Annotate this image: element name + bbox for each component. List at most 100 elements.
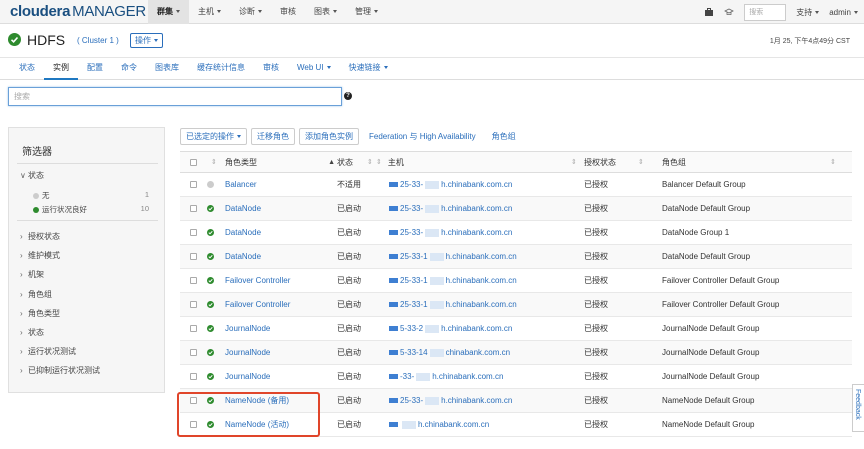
cluster-link[interactable]: ( Cluster 1 ) xyxy=(77,36,119,45)
role-status: 不适用 xyxy=(337,180,361,189)
filter-section-label: 角色类型 xyxy=(28,308,60,318)
host-link[interactable]: 5-33-2 h.chinabank.com.cn xyxy=(389,317,512,340)
chevron-right-icon: › xyxy=(20,289,23,299)
federation-ha-link[interactable]: Federation 与 High Availability xyxy=(363,128,482,145)
filter-section-0[interactable]: › 授权状态 xyxy=(20,231,60,242)
filter-section-4[interactable]: › 角色类型 xyxy=(20,308,60,319)
filter-section-5[interactable]: › 状态 xyxy=(20,327,44,338)
header-label: 授权状态 xyxy=(584,157,616,167)
role-type-link[interactable]: JournalNode xyxy=(225,317,270,340)
host-part-b: h.chinabank.com.cn xyxy=(432,372,504,381)
tab-0[interactable]: 状态 xyxy=(10,58,44,80)
tab-5[interactable]: 缓存统计信息 xyxy=(188,58,254,80)
tab-1[interactable]: 实例 xyxy=(44,58,78,80)
filter-section-6[interactable]: › 运行状况测试 xyxy=(20,346,76,357)
service-actions-button[interactable]: 操作 xyxy=(130,33,163,48)
check-circle-icon xyxy=(207,245,214,268)
host-redacted-block xyxy=(389,230,398,235)
nav-item-3[interactable]: 审核 xyxy=(271,0,305,24)
role-type-link[interactable]: DataNode xyxy=(225,221,261,244)
add-role-instance-button[interactable]: 添加角色实例 xyxy=(299,127,359,145)
host-redacted-block xyxy=(425,324,440,333)
tab-6[interactable]: 审核 xyxy=(254,58,288,80)
host-redacted-block xyxy=(425,228,440,237)
role-type-link[interactable]: DataNode xyxy=(225,245,261,268)
header-host[interactable]: ⇕ 主机 xyxy=(376,152,404,172)
role-status: 已启动 xyxy=(337,300,361,309)
filter-section-1[interactable]: › 维护模式 xyxy=(20,250,60,261)
host-link[interactable]: 25-33- h.chinabank.com.cn xyxy=(389,173,512,196)
host-link[interactable]: 25-33- h.chinabank.com.cn xyxy=(389,221,512,244)
cloudera-logo[interactable]: cloudera MANAGER xyxy=(10,3,146,20)
row-checkbox[interactable] xyxy=(190,221,197,244)
host-link[interactable]: -33- h.chinabank.com.cn xyxy=(389,365,503,388)
host-link[interactable]: 5-33-14 chinabank.com.cn xyxy=(389,341,510,364)
global-search-input[interactable]: 搜索 xyxy=(744,3,787,21)
migrate-roles-button[interactable]: 迁移角色 xyxy=(251,127,295,145)
filter-option-label: 运行状况良好 xyxy=(42,205,87,214)
select-all-checkbox[interactable] xyxy=(190,152,197,172)
nav-item-5[interactable]: 管理 xyxy=(346,0,387,24)
row-checkbox[interactable] xyxy=(190,365,197,388)
header-authorization[interactable]: 授权状态 ⇕ xyxy=(584,152,650,172)
chevron-down-icon: ∨ xyxy=(20,171,26,180)
sort-asc-icon: ▲ xyxy=(328,158,335,166)
role-type-link[interactable]: DataNode xyxy=(225,197,261,220)
header-label: 角色类型 xyxy=(225,157,257,167)
logo-product: MANAGER xyxy=(72,3,146,20)
row-checkbox[interactable] xyxy=(190,245,197,268)
host-link[interactable]: 25-33- h.chinabank.com.cn xyxy=(389,197,512,220)
instance-search-input[interactable]: 搜索 xyxy=(8,87,342,106)
tab-7[interactable]: Web UI xyxy=(288,58,340,80)
sort-icon[interactable]: ⇕ xyxy=(571,152,583,172)
help-icon[interactable]: ? xyxy=(344,92,352,100)
row-checkbox[interactable] xyxy=(190,341,197,364)
filter-section-7[interactable]: › 已抑制运行状况测试 xyxy=(20,365,100,376)
filter-option-good-health[interactable]: 运行状况良好 10 xyxy=(33,204,149,215)
tab-2[interactable]: 配置 xyxy=(78,58,112,80)
nav-item-4[interactable]: 图表 xyxy=(305,0,346,24)
nav-item-1[interactable]: 主机 xyxy=(189,0,230,24)
service-tabs: 状态 实例 配置 命令 图表库 缓存统计信息 审核 Web UI 快速链接 xyxy=(0,58,864,80)
role-type-link[interactable]: Balancer xyxy=(225,173,257,196)
tab-8[interactable]: 快速链接 xyxy=(340,58,397,80)
role-type-link[interactable]: JournalNode xyxy=(225,365,270,388)
tab-3[interactable]: 命令 xyxy=(112,58,146,80)
role-type-link[interactable]: Failover Controller xyxy=(225,293,290,316)
support-menu[interactable]: 支持 xyxy=(796,7,820,18)
graduation-cap-icon[interactable] xyxy=(724,7,735,17)
host-link[interactable]: 25-33-1 h.chinabank.com.cn xyxy=(389,245,517,268)
host-link[interactable]: h.chinabank.com.cn xyxy=(389,413,489,436)
row-checkbox[interactable] xyxy=(190,197,197,220)
host-link[interactable]: 25-33-1 h.chinabank.com.cn xyxy=(389,293,517,316)
header-role-group[interactable]: 角色组 ⇕ xyxy=(662,152,842,172)
filter-option-none[interactable]: 无1 xyxy=(33,190,149,201)
nav-item-2[interactable]: 诊断 xyxy=(230,0,271,24)
filter-section-status-expanded[interactable]: ∨ 状态 xyxy=(20,170,44,181)
host-link[interactable]: 25-33- h.chinabank.com.cn xyxy=(389,389,512,412)
selected-actions-button[interactable]: 已选定的操作 xyxy=(180,127,247,145)
role-groups-link[interactable]: 角色组 xyxy=(486,128,522,145)
row-checkbox[interactable] xyxy=(190,269,197,292)
filter-section-2[interactable]: › 机架 xyxy=(20,269,44,280)
current-time: 1月 25, 下午4点49分 CST xyxy=(769,38,850,45)
row-checkbox[interactable] xyxy=(190,173,197,196)
nav-item-0[interactable]: 群集 xyxy=(148,0,189,24)
header-status[interactable]: 状态 ⇕ xyxy=(337,152,379,172)
host-part-b: h.chinabank.com.cn xyxy=(441,204,513,213)
sort-status-icon[interactable]: ⇕ xyxy=(211,152,223,172)
filter-section-3[interactable]: › 角色组 xyxy=(20,289,52,300)
role-type-link[interactable]: Failover Controller xyxy=(225,269,290,292)
row-checkbox[interactable] xyxy=(190,293,197,316)
table-row: DataNode 已启动 25-33- h.chinabank.com.cn 已授权 Da… xyxy=(180,221,852,245)
row-checkbox[interactable] xyxy=(190,317,197,340)
header-role-type[interactable]: 角色类型 ▲ xyxy=(225,152,335,172)
role-type-link[interactable]: JournalNode xyxy=(225,341,270,364)
briefcase-icon[interactable] xyxy=(704,7,714,17)
chevron-right-icon: › xyxy=(20,270,23,280)
host-part-b: h.chinabank.com.cn xyxy=(418,420,490,429)
host-link[interactable]: 25-33-1 h.chinabank.com.cn xyxy=(389,269,517,292)
tab-4[interactable]: 图表库 xyxy=(146,58,188,80)
user-menu[interactable]: admin xyxy=(829,8,858,17)
feedback-tab[interactable]: Feedback xyxy=(852,384,864,432)
